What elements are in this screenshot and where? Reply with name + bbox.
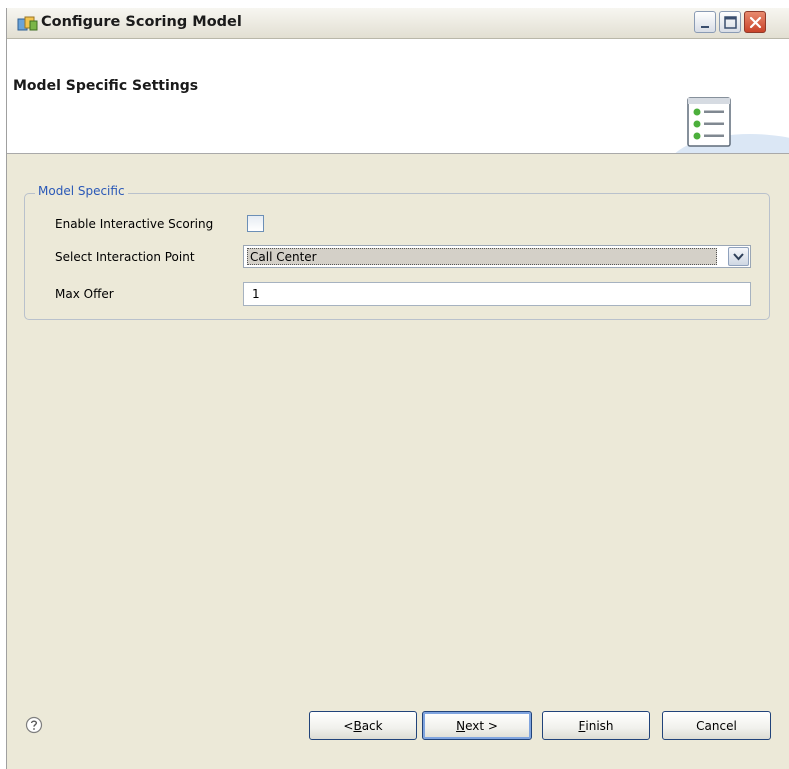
- chevron-down-icon: [733, 253, 744, 261]
- next-button[interactable]: Next >: [422, 711, 532, 740]
- interaction-point-select[interactable]: Call Center: [243, 245, 751, 268]
- group-legend: Model Specific: [35, 184, 128, 198]
- title-bar[interactable]: Configure Scoring Model: [7, 8, 789, 39]
- next-mnemonic: N: [456, 718, 466, 733]
- dialog-window: Configure Scoring Model Model Specific S…: [6, 8, 789, 769]
- cancel-button[interactable]: Cancel: [662, 711, 771, 740]
- finish-button[interactable]: Finish: [542, 711, 650, 740]
- enable-interactive-scoring-label: Enable Interactive Scoring: [55, 217, 214, 231]
- next-label-rest: ext >: [465, 718, 498, 733]
- window-title: Configure Scoring Model: [41, 14, 242, 30]
- close-button[interactable]: [744, 11, 766, 33]
- finish-mnemonic: F: [578, 718, 586, 733]
- question-mark-icon[interactable]: [25, 716, 43, 734]
- maximize-button[interactable]: [719, 11, 741, 33]
- interaction-point-label: Select Interaction Point: [55, 250, 195, 264]
- finish-label-rest: inish: [585, 718, 614, 733]
- max-offer-label: Max Offer: [55, 287, 114, 301]
- minimize-button[interactable]: [694, 11, 716, 33]
- maximize-icon: [724, 16, 737, 29]
- back-label-prefix: <: [343, 718, 354, 733]
- max-offer-input[interactable]: [243, 282, 751, 306]
- interaction-point-value: Call Center: [247, 248, 717, 265]
- back-button[interactable]: < Back: [309, 711, 417, 740]
- back-label-rest: ack: [361, 718, 383, 733]
- enable-interactive-scoring-checkbox[interactable]: [247, 215, 264, 232]
- app-icon: [17, 16, 39, 32]
- minimize-icon: [701, 26, 709, 28]
- back-mnemonic: B: [353, 718, 362, 733]
- dropdown-arrow-button[interactable]: [728, 247, 749, 266]
- close-icon: [749, 16, 762, 29]
- settings-list-icon: [682, 94, 740, 152]
- wizard-banner: Model Specific Settings: [7, 39, 789, 154]
- page-title: Model Specific Settings: [13, 78, 199, 94]
